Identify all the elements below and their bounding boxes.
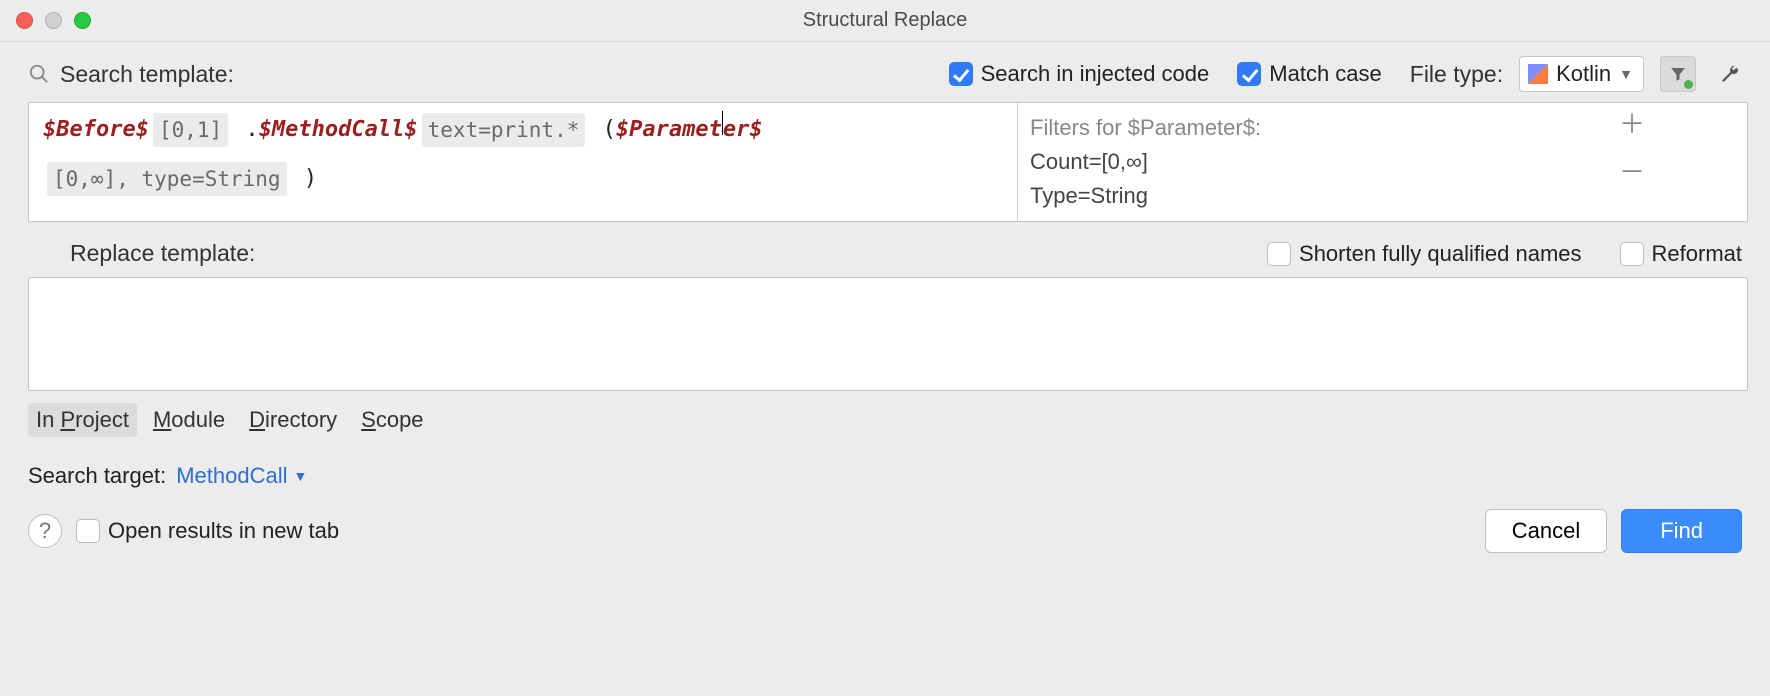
search-target-value: MethodCall	[176, 463, 287, 489]
template-badge-methodcall: text=print.*	[422, 113, 586, 147]
checkbox-label: Search in injected code	[981, 61, 1210, 87]
checkbox-label: Match case	[1269, 61, 1382, 87]
cancel-button[interactable]: Cancel	[1485, 509, 1607, 553]
file-type-select[interactable]: Kotlin ▼	[1519, 56, 1644, 92]
template-close-paren: )	[291, 162, 318, 196]
checkbox-label: Shorten fully qualified names	[1299, 241, 1582, 267]
search-icon	[28, 63, 50, 85]
filter-toggle-button[interactable]	[1660, 56, 1696, 92]
dialog-window: Structural Replace Search template: Sear…	[0, 0, 1770, 696]
traffic-lights	[16, 12, 91, 29]
scope-tab-directory[interactable]: Directory	[241, 403, 345, 437]
shorten-fqn-checkbox[interactable]: Shorten fully qualified names	[1267, 241, 1582, 267]
find-button[interactable]: Find	[1621, 509, 1742, 553]
remove-filter-button[interactable]: －	[1619, 159, 1645, 185]
checkbox-icon	[1620, 242, 1644, 266]
checkbox-icon	[1237, 62, 1261, 86]
search-template-area: $Before$ [0,1] . $MethodCall$ text=print…	[28, 102, 1748, 222]
filters-line: Count=[0,∞]	[1030, 145, 1505, 179]
replace-template-editor[interactable]	[28, 277, 1748, 391]
template-var-before: $Before$	[43, 113, 149, 147]
template-badge-parameter: [0,∞], type=String	[47, 162, 287, 196]
checkbox-icon	[949, 62, 973, 86]
template-var-parameter-a: $Paramet	[616, 113, 722, 147]
checkbox-label: Open results in new tab	[108, 518, 339, 544]
replace-toolbar: Replace template: Shorten fully qualifie…	[0, 222, 1770, 277]
close-window-button[interactable]	[16, 12, 33, 29]
zoom-window-button[interactable]	[74, 12, 91, 29]
template-var-parameter-b: er$	[723, 113, 763, 147]
kotlin-icon	[1528, 64, 1548, 84]
add-filter-button[interactable]: ＋	[1619, 111, 1645, 137]
search-target-row: Search target: MethodCall ▼	[0, 437, 1770, 489]
scope-tabs: In Project Module Directory Scope	[0, 399, 1770, 437]
filters-pane: Filters for $Parameter$: Count=[0,∞] Typ…	[1017, 103, 1517, 221]
scope-tab-project[interactable]: In Project	[28, 403, 137, 437]
template-dot: .	[232, 113, 259, 147]
checkbox-icon	[1267, 242, 1291, 266]
reformat-checkbox[interactable]: Reformat	[1620, 241, 1742, 267]
filters-line: Type=String	[1030, 179, 1505, 213]
template-open-paren: (	[589, 113, 616, 147]
status-dot-icon	[1684, 80, 1693, 89]
search-template-label: Search template:	[60, 61, 234, 88]
scope-tab-scope[interactable]: Scope	[353, 403, 431, 437]
search-template-editor[interactable]: $Before$ [0,1] . $MethodCall$ text=print…	[29, 103, 1017, 221]
checkbox-icon	[76, 519, 100, 543]
wrench-icon	[1719, 63, 1741, 85]
template-badge-before: [0,1]	[153, 113, 228, 147]
tools-menu-button[interactable]	[1712, 56, 1748, 92]
filters-title: Filters for $Parameter$:	[1030, 111, 1505, 145]
search-toolbar: Search template: Search in injected code…	[0, 42, 1770, 102]
scope-tab-module[interactable]: Module	[145, 403, 233, 437]
help-button[interactable]: ?	[28, 514, 62, 548]
bottom-bar: ? Open results in new tab Cancel Find	[0, 489, 1770, 573]
checkbox-label: Reformat	[1652, 241, 1742, 267]
template-var-methodcall: $MethodCall$	[259, 113, 418, 147]
window-title: Structural Replace	[0, 9, 1770, 32]
open-results-new-tab-checkbox[interactable]: Open results in new tab	[76, 518, 339, 544]
replace-template-label: Replace template:	[70, 240, 255, 267]
text-caret	[722, 111, 723, 135]
search-target-label: Search target:	[28, 463, 166, 489]
funnel-icon	[1669, 65, 1687, 83]
chevron-down-icon: ▼	[293, 468, 307, 484]
search-in-injected-checkbox[interactable]: Search in injected code	[949, 61, 1210, 87]
filters-tools: ＋ －	[1517, 103, 1747, 221]
search-target-select[interactable]: MethodCall ▼	[176, 463, 307, 489]
minimize-window-button[interactable]	[45, 12, 62, 29]
file-type-value: Kotlin	[1556, 61, 1611, 87]
match-case-checkbox[interactable]: Match case	[1237, 61, 1382, 87]
chevron-down-icon: ▼	[1619, 66, 1633, 82]
file-type-label: File type:	[1410, 61, 1503, 88]
titlebar: Structural Replace	[0, 0, 1770, 42]
